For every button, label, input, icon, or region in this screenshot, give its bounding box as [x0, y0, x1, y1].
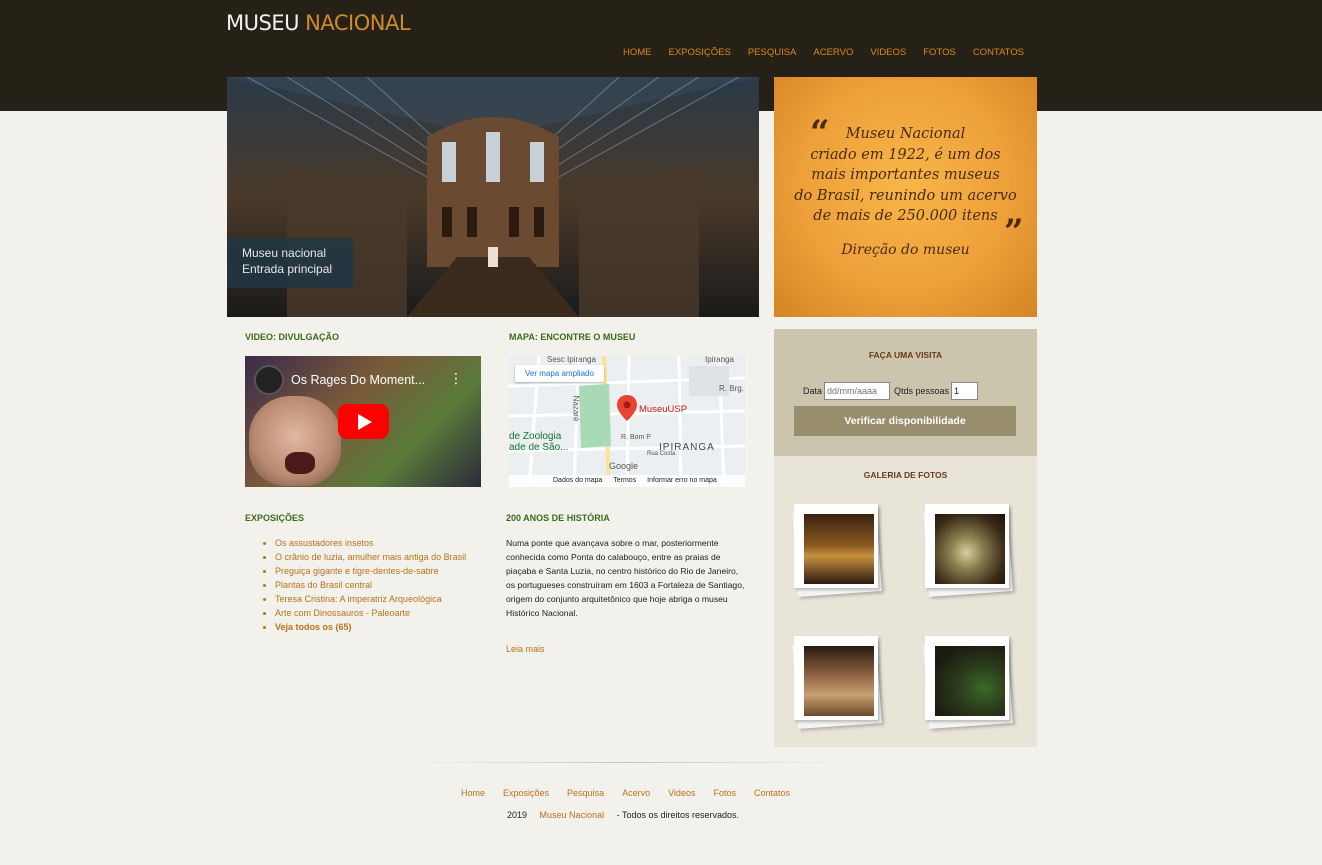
gallery-photo-image: [804, 646, 874, 716]
copyright-year: 2019: [507, 810, 528, 820]
footer-nav-exposicoes[interactable]: Exposições: [503, 788, 549, 798]
date-input[interactable]: [824, 382, 891, 400]
video-title[interactable]: Os Rages Do Moment...: [291, 373, 425, 387]
nav-home[interactable]: HOME: [623, 47, 652, 58]
history-text: Numa ponte que avançava sobre o mar, pos…: [506, 538, 745, 618]
list-item[interactable]: Preguiça gigante e tigre-dentes-de-sabre: [275, 564, 475, 578]
quote-signature: Direção do museu: [841, 242, 970, 258]
people-quantity-input[interactable]: [951, 382, 979, 400]
quote-line: mais importantes museus: [811, 167, 1000, 183]
main-navigation: HOME EXPOSIÇÕES PESQUISA ACERVO VIDEOS F…: [623, 47, 1041, 58]
see-all-link[interactable]: Veja todos os (65): [275, 620, 475, 634]
footer-nav-pesquisa[interactable]: Pesquisa: [567, 788, 604, 798]
gallery-photo-image: [935, 514, 1005, 584]
map-data-link[interactable]: Dados do mapa: [553, 477, 602, 484]
nav-pesquisa[interactable]: PESQUISA: [748, 47, 797, 58]
nav-fotos[interactable]: FOTOS: [923, 47, 956, 58]
site-logo[interactable]: MUSEU NACIONAL: [226, 11, 411, 35]
gallery-photo-image: [935, 646, 1005, 716]
hero-caption-line2: Entrada principal: [242, 262, 333, 276]
hero-caption-line1: Museu nacional: [242, 246, 327, 260]
copyright: 2019 Museu Nacional - Todos os direitos …: [507, 810, 739, 820]
footer-nav-acervo[interactable]: Acervo: [622, 788, 650, 798]
more-options-icon[interactable]: ⋮: [449, 371, 463, 387]
exhibitions-section-title: EXPOSIÇÕES: [245, 513, 305, 523]
footer-nav-contatos[interactable]: Contatos: [754, 788, 790, 798]
nav-videos[interactable]: VIDEOS: [870, 47, 906, 58]
visit-title: FAÇA UMA VISITA: [868, 350, 943, 360]
check-availability-button[interactable]: Verificar disponibilidade: [794, 406, 1016, 436]
logo-text-white: MUSEU: [226, 11, 299, 35]
map-label: Nazaré: [571, 395, 581, 422]
list-item[interactable]: Os assustadores insetos: [275, 536, 475, 550]
map-terms-link[interactable]: Termos: [613, 477, 636, 484]
nav-contatos[interactable]: CONTATOS: [973, 47, 1024, 58]
photo-gallery-panel: GALERIA DE FOTOS: [774, 456, 1037, 747]
gallery-photo-image: [804, 514, 874, 584]
footer-divider: [413, 762, 843, 763]
quote-text: Museu Nacional criado em 1922, é um dos …: [774, 124, 1037, 227]
footer-navigation: Home Exposições Pesquisa Acervo Videos F…: [461, 788, 808, 798]
quote-line: do Brasil, reunindo um acervo: [794, 187, 1017, 204]
map-label: ade de São...: [509, 442, 569, 453]
map-pin-icon[interactable]: [617, 395, 637, 421]
gallery-title: GALERIA DE FOTOS: [863, 470, 948, 480]
visit-form: Data Qtds pessoas: [803, 382, 979, 400]
map-label: Sesc Ipiranga: [547, 356, 596, 364]
map-section-title: MAPA: ENCONTRE O MUSEU: [509, 332, 636, 342]
hero-caption: Museu nacional Entrada principal: [227, 238, 353, 288]
read-more-link[interactable]: Leia mais: [506, 644, 545, 654]
quote-line: criado em 1922, é um dos: [810, 146, 1001, 163]
gallery-photo[interactable]: [925, 636, 1009, 720]
history-section-title: 200 ANOS DE HISTÓRIA: [506, 513, 610, 523]
copyright-text: - Todos os direitos reservados.: [616, 810, 740, 820]
quote-line: de mais de 250.000 itens: [813, 208, 998, 224]
people-label: Qtds pessoas: [894, 386, 950, 396]
map-footer: Dados do mapa Termos Informar erro no ma…: [509, 475, 745, 487]
video-section-title: VIDEO: DIVULGAÇÃO: [245, 332, 340, 342]
footer-nav-fotos[interactable]: Fotos: [713, 788, 736, 798]
gallery-photo[interactable]: [925, 504, 1009, 588]
footer-nav-videos[interactable]: Videos: [668, 788, 695, 798]
map-marker-label[interactable]: MuseuUSP: [639, 404, 687, 415]
list-item[interactable]: Plantas do Brasil central: [275, 578, 475, 592]
hero-image-museum-hall: Museu nacional Entrada principal: [227, 77, 759, 317]
gallery-photo[interactable]: [794, 504, 878, 588]
google-logo: Google: [609, 461, 639, 471]
youtube-video-embed[interactable]: Os Rages Do Moment... ⋮: [245, 356, 481, 487]
map-label: R. Brg.: [719, 384, 744, 393]
channel-avatar[interactable]: [254, 365, 284, 395]
list-item[interactable]: O crânio de luzia, amulher mais antiga d…: [275, 550, 475, 564]
list-item[interactable]: Teresa Cristina: A imperatriz Arqueológi…: [275, 592, 475, 606]
footer-nav-home[interactable]: Home: [461, 788, 485, 798]
nav-acervo[interactable]: ACERVO: [813, 47, 853, 58]
map-label: Ipiranga: [705, 356, 734, 364]
play-button[interactable]: [338, 404, 389, 439]
list-item[interactable]: Arte com Dinossauros - Paleoarte: [275, 606, 475, 620]
date-label: Data: [803, 386, 823, 396]
quote-panel: “ Museu Nacional criado em 1922, é um do…: [774, 77, 1037, 317]
google-map-embed[interactable]: Sesc Ipiranga Ipiranga Nazaré R. Brg. de…: [509, 356, 745, 487]
map-report-link[interactable]: Informar erro no mapa: [647, 477, 717, 484]
map-label: R. Bom P: [621, 434, 651, 441]
logo-text-orange: NACIONAL: [305, 11, 411, 35]
quote-line: Museu Nacional: [845, 126, 966, 142]
nav-exposicoes[interactable]: EXPOSIÇÕES: [669, 47, 731, 58]
footer-brand-link[interactable]: Museu Nacional: [540, 810, 605, 820]
map-label: IPIRANGA: [659, 442, 715, 453]
video-thumbnail-mouth: [285, 452, 315, 474]
exhibitions-list: Os assustadores insetos O crânio de luzi…: [275, 536, 475, 634]
enlarged-map-link[interactable]: Ver mapa ampliado: [515, 365, 604, 382]
map-label: de Zoologia: [509, 431, 562, 442]
visit-booking-panel: FAÇA UMA VISITA Data Qtds pessoas Verifi…: [774, 329, 1037, 456]
gallery-photo[interactable]: [794, 636, 878, 720]
